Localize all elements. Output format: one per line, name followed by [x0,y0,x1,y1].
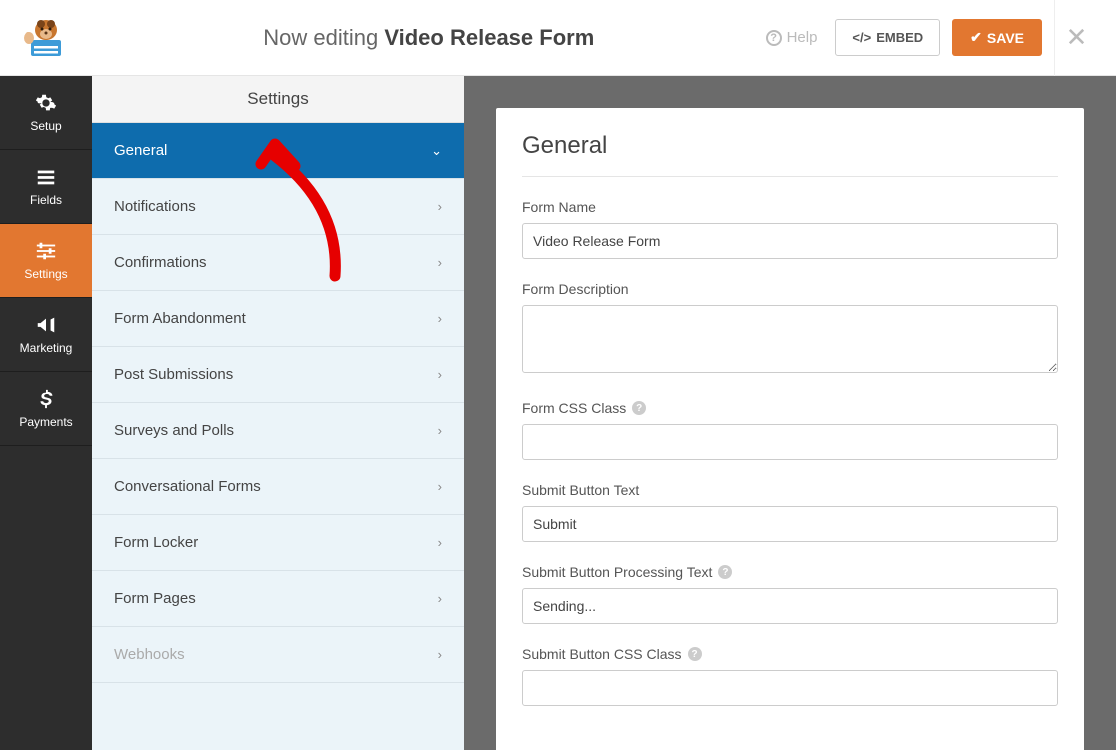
embed-button[interactable]: </> EMBED [835,19,940,56]
settings-item-webhooks[interactable]: Webhooks › [92,627,464,683]
help-tip-icon[interactable]: ? [632,401,646,415]
chevron-right-icon: › [438,591,442,606]
form-description-input[interactable] [522,305,1058,373]
form-css-class-input[interactable] [522,424,1058,460]
chevron-right-icon: › [438,423,442,438]
nav-label: Payments [19,415,72,429]
settings-item-form-locker[interactable]: Form Locker › [92,515,464,571]
settings-item-label: Surveys and Polls [114,422,234,439]
panel-heading: General [522,132,1058,177]
save-button[interactable]: ✔ SAVE [952,19,1042,56]
bullhorn-icon [35,314,57,336]
field-label: Form Description [522,281,1058,297]
settings-item-conversational-forms[interactable]: Conversational Forms › [92,459,464,515]
help-button[interactable]: ? Help [766,29,818,46]
help-icon: ? [766,30,782,46]
settings-item-confirmations[interactable]: Confirmations › [92,235,464,291]
settings-item-label: Form Abandonment [114,310,246,327]
nav-setup[interactable]: Setup [0,76,92,150]
field-submit-button-css-class: Submit Button CSS Class ? [522,646,1058,706]
settings-column: Settings General ⌄ Notifications › Confi… [92,76,464,750]
form-name-input[interactable] [522,223,1058,259]
help-tip-icon[interactable]: ? [688,647,702,661]
settings-item-post-submissions[interactable]: Post Submissions › [92,347,464,403]
settings-item-label: Form Locker [114,534,198,551]
field-label: Form CSS Class ? [522,400,1058,416]
settings-item-general[interactable]: General ⌄ [92,123,464,179]
chevron-right-icon: › [438,255,442,270]
settings-item-form-pages[interactable]: Form Pages › [92,571,464,627]
field-form-name: Form Name [522,199,1058,259]
field-form-description: Form Description [522,281,1058,378]
settings-header: Settings [92,76,464,123]
dollar-icon [35,388,57,410]
nav-label: Fields [30,193,62,207]
settings-item-label: Post Submissions [114,366,233,383]
nav-fields[interactable]: Fields [0,150,92,224]
nav-label: Marketing [20,341,73,355]
field-label: Submit Button Text [522,482,1058,498]
help-tip-icon[interactable]: ? [718,565,732,579]
sliders-icon [35,240,57,262]
nav-label: Setup [30,119,61,133]
chevron-right-icon: › [438,535,442,550]
settings-item-label: Form Pages [114,590,196,607]
settings-item-form-abandonment[interactable]: Form Abandonment › [92,291,464,347]
chevron-right-icon: › [438,367,442,382]
settings-item-surveys-and-polls[interactable]: Surveys and Polls › [92,403,464,459]
top-actions: ? Help </> EMBED ✔ SAVE [766,19,1042,56]
chevron-right-icon: › [438,311,442,326]
chevron-right-icon: › [438,199,442,214]
field-submit-button-processing-text: Submit Button Processing Text ? [522,564,1058,624]
chevron-down-icon: ⌄ [431,143,442,159]
settings-item-label: Webhooks [114,646,185,663]
settings-item-label: Conversational Forms [114,478,261,495]
nav-marketing[interactable]: Marketing [0,298,92,372]
general-settings-panel: General Form Name Form Description Form … [496,108,1084,750]
list-icon [35,166,57,188]
nav-settings[interactable]: Settings [0,224,92,298]
top-bar: Now editing Video Release Form ? Help </… [0,0,1116,76]
field-label: Form Name [522,199,1058,215]
gear-icon [35,92,57,114]
field-form-css-class: Form CSS Class ? [522,400,1058,460]
submit-button-css-class-input[interactable] [522,670,1058,706]
editing-title: Now editing Video Release Form [92,25,766,51]
app-logo [0,0,92,76]
close-button[interactable]: ✕ [1054,0,1098,76]
nav-payments[interactable]: Payments [0,372,92,446]
field-label: Submit Button CSS Class ? [522,646,1058,662]
nav-label: Settings [24,267,67,281]
left-nav: Setup Fields Settings Marketing Payments [0,76,92,750]
settings-list: General ⌄ Notifications › Confirmations … [92,123,464,750]
chevron-right-icon: › [438,647,442,662]
close-icon: ✕ [1066,22,1088,53]
settings-item-label: Notifications [114,198,196,215]
submit-button-text-input[interactable] [522,506,1058,542]
code-icon: </> [852,30,871,45]
body-layout: Setup Fields Settings Marketing Payments [0,76,1116,750]
check-icon: ✔ [970,29,982,46]
field-submit-button-text: Submit Button Text [522,482,1058,542]
settings-item-label: General [114,142,167,159]
field-label: Submit Button Processing Text ? [522,564,1058,580]
submit-button-processing-text-input[interactable] [522,588,1058,624]
main-content: General Form Name Form Description Form … [464,76,1116,750]
settings-item-notifications[interactable]: Notifications › [92,179,464,235]
chevron-right-icon: › [438,479,442,494]
settings-item-label: Confirmations [114,254,207,271]
